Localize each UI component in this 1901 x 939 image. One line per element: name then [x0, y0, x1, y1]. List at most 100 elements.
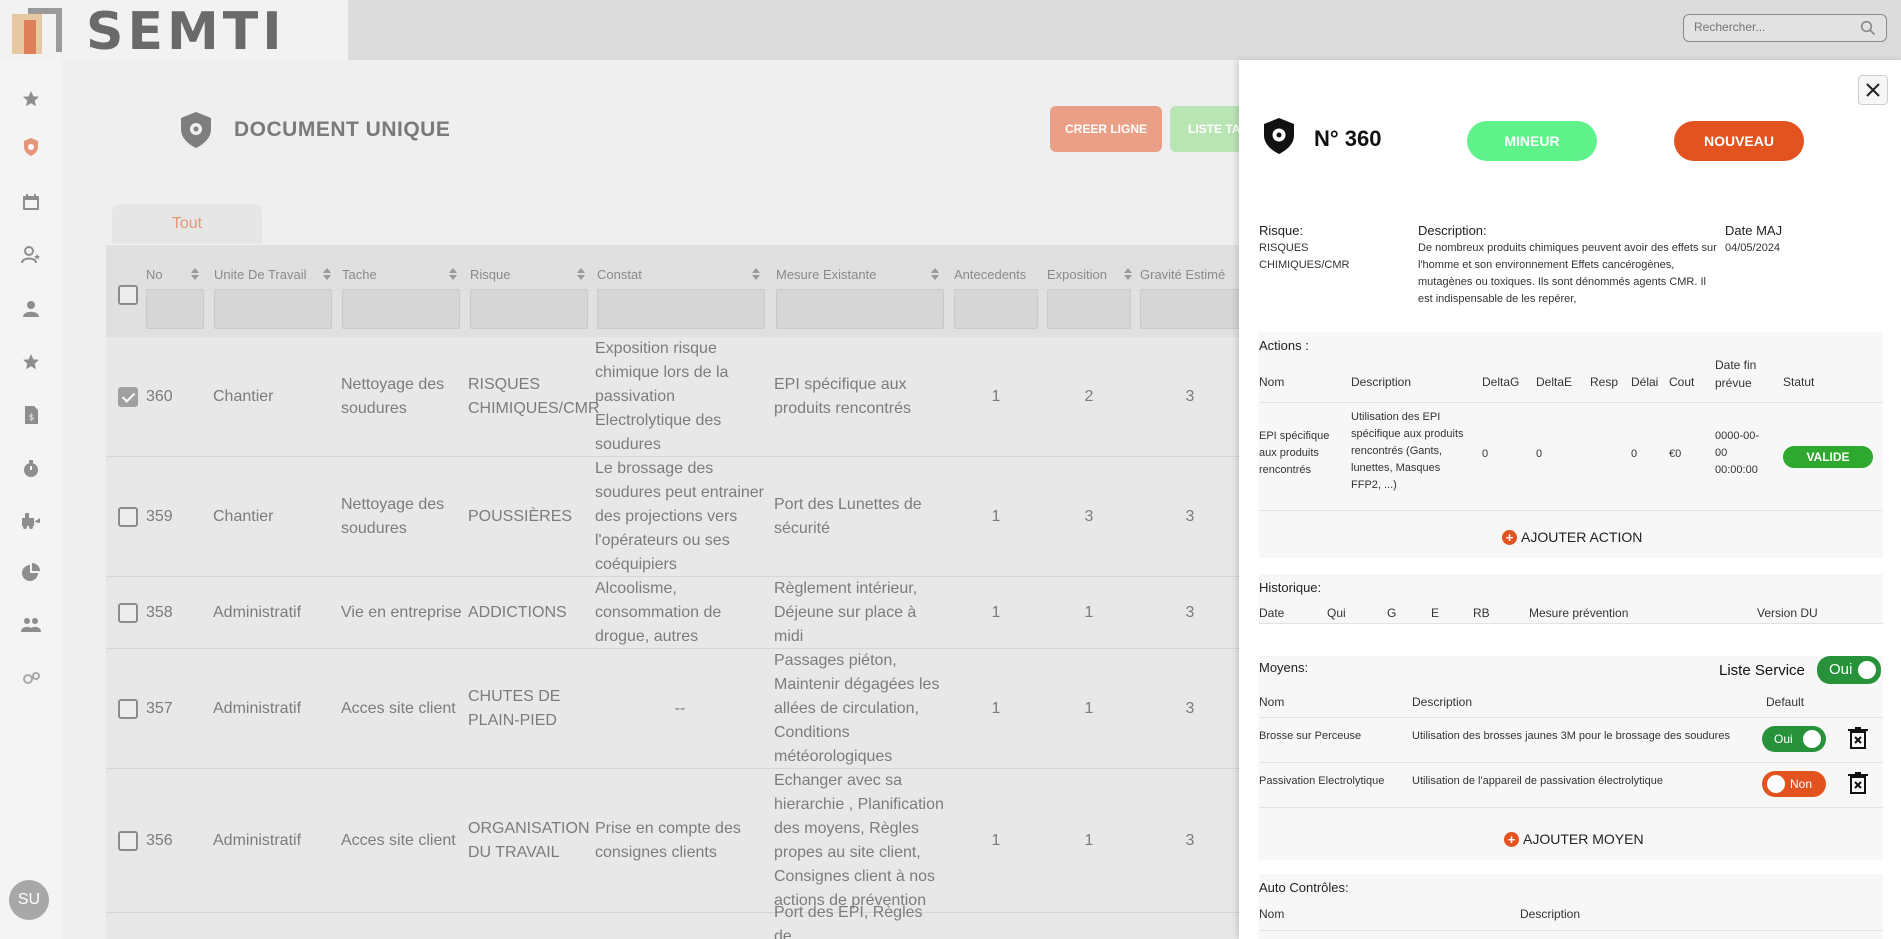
sidebar-item-timer[interactable]: [16, 454, 46, 484]
filter-input[interactable]: [597, 289, 765, 329]
col-g: G: [1387, 606, 1397, 620]
avatar[interactable]: SU: [9, 880, 49, 920]
column-header[interactable]: Risque: [470, 267, 586, 282]
cell-no: 357: [146, 700, 173, 717]
search-box[interactable]: [1683, 14, 1887, 42]
column-header[interactable]: Antecedents: [954, 267, 1038, 282]
delete-icon[interactable]: [1847, 726, 1869, 750]
date-maj-label: Date MAJ: [1725, 223, 1783, 238]
create-line-button[interactable]: CREER LIGNE: [1050, 106, 1162, 152]
cell-risque: POUSSIÈRES: [468, 508, 573, 525]
sort-icon[interactable]: [930, 267, 940, 281]
col-statut: Statut: [1783, 375, 1815, 389]
sort-icon[interactable]: [190, 267, 200, 281]
cell-risque: CHUTES DE PLAIN-PIED: [468, 688, 561, 729]
group-icon: [21, 618, 41, 632]
sort-icon[interactable]: [576, 267, 586, 281]
sidebar-item-stats[interactable]: [16, 557, 46, 587]
liste-service-toggle[interactable]: Oui: [1817, 656, 1881, 684]
col-nom: Nom: [1259, 695, 1285, 709]
table-row[interactable]: 357 Administratif Acces site client CHUT…: [106, 649, 1306, 769]
filter-input[interactable]: [214, 289, 332, 329]
cell-exposition: 1: [1084, 832, 1094, 849]
column-header[interactable]: Tache: [342, 267, 458, 282]
search-icon[interactable]: [1860, 20, 1876, 36]
action-delai: 0: [1631, 448, 1638, 460]
filter-input[interactable]: [342, 289, 460, 329]
risk-detail-panel: N° 360 MINEUR NOUVEAU Risque: RISQUES CH…: [1239, 60, 1901, 939]
sidebar-item-team[interactable]: [16, 610, 46, 640]
app-logo[interactable]: SEMTI: [0, 0, 348, 62]
search-input[interactable]: [1694, 20, 1854, 34]
column-header[interactable]: Exposition: [1047, 267, 1133, 282]
tab-tout[interactable]: Tout: [112, 204, 262, 244]
filter-input[interactable]: [146, 289, 204, 329]
column-header[interactable]: Mesure Existante: [776, 267, 940, 282]
moyens-title: Moyens:: [1259, 660, 1309, 675]
column-header[interactable]: Constat: [597, 267, 761, 282]
sidebar-item-invoice[interactable]: $: [16, 400, 46, 430]
filter-input[interactable]: [470, 289, 588, 329]
table-row[interactable]: Port des EPI, Règles de: [106, 904, 1306, 939]
risk-table: No Unite De Travail Tache Risque Constat…: [106, 245, 1306, 939]
filter-input[interactable]: [1047, 289, 1131, 329]
add-action-button[interactable]: + AJOUTER ACTION: [1502, 529, 1642, 545]
col-resp: Resp: [1590, 375, 1619, 389]
sort-icon[interactable]: [448, 267, 458, 281]
filter-input[interactable]: [776, 289, 944, 329]
sidebar-item-calendar[interactable]: [16, 187, 46, 217]
row-checkbox[interactable]: [118, 831, 138, 851]
description-value: De nombreux produits chimiques peuvent a…: [1418, 242, 1717, 305]
col-version-du: Version DU: [1757, 606, 1818, 620]
cell-antecedents: 1: [991, 604, 1001, 621]
close-icon: [1866, 83, 1880, 97]
cell-constat: Le brossage des soudures peut entrainer …: [595, 460, 764, 573]
default-toggle[interactable]: Oui: [1762, 726, 1826, 752]
cell-gravite: 3: [1185, 388, 1195, 405]
sidebar-item-settings[interactable]: [16, 663, 46, 693]
table-row[interactable]: 356 Administratif Acces site client ORGA…: [106, 769, 1306, 913]
sidebar-item-document-unique[interactable]: [16, 132, 46, 162]
sidebar-item-machines[interactable]: [16, 505, 46, 535]
action-status-badge[interactable]: VALIDE: [1783, 446, 1873, 468]
table-row[interactable]: 358 Administratif Vie en entreprise ADDI…: [106, 577, 1306, 649]
sidebar-item-user[interactable]: [16, 294, 46, 324]
historique-title: Historique:: [1259, 580, 1322, 595]
delete-icon[interactable]: [1847, 771, 1869, 795]
date-maj-value: 04/05/2024: [1725, 242, 1781, 254]
action-deltag: 0: [1482, 448, 1489, 460]
col-description: Description: [1412, 695, 1473, 709]
sort-icon[interactable]: [751, 267, 761, 281]
status-badge[interactable]: NOUVEAU: [1674, 121, 1804, 161]
cell-tache: Nettoyage des soudures: [341, 496, 445, 537]
severity-badge[interactable]: MINEUR: [1467, 121, 1597, 161]
col-description: Description: [1520, 907, 1581, 921]
table-row[interactable]: 360 Chantier Nettoyage des soudures RISQ…: [106, 337, 1306, 457]
column-header[interactable]: No: [146, 267, 200, 282]
actions-title: Actions :: [1259, 338, 1309, 353]
column-header[interactable]: Gravité Estimé: [1140, 267, 1240, 282]
liste-service-label: Liste Service: [1719, 662, 1805, 679]
sort-icon[interactable]: [322, 267, 332, 281]
add-moyen-button[interactable]: + AJOUTER MOYEN: [1504, 831, 1644, 847]
cell-mesure: Port des Lunettes de sécurité: [774, 496, 922, 537]
sidebar-item-favorites[interactable]: [16, 84, 46, 114]
sort-icon[interactable]: [1123, 267, 1133, 281]
action-date-fin: 0000-00-00 00:00:00: [1715, 430, 1760, 476]
sidebar-item-star[interactable]: [16, 347, 46, 377]
select-all-checkbox[interactable]: [118, 285, 138, 305]
row-checkbox[interactable]: [118, 699, 138, 719]
column-header[interactable]: Unite De Travail: [214, 267, 332, 282]
sidebar-item-user-star[interactable]: [16, 240, 46, 270]
default-toggle[interactable]: Non: [1762, 771, 1826, 797]
filter-input[interactable]: [1140, 289, 1240, 329]
actions-section: Actions : Nom Description DeltaG DeltaE …: [1259, 332, 1883, 558]
row-checkbox[interactable]: [118, 507, 138, 527]
cell-no: 359: [146, 508, 173, 525]
row-checkbox[interactable]: [118, 603, 138, 623]
close-button[interactable]: [1858, 75, 1888, 105]
cell-unite: Chantier: [213, 388, 274, 405]
filter-input[interactable]: [954, 289, 1038, 329]
table-row[interactable]: 359 Chantier Nettoyage des soudures POUS…: [106, 457, 1306, 577]
row-checkbox[interactable]: [118, 387, 138, 407]
